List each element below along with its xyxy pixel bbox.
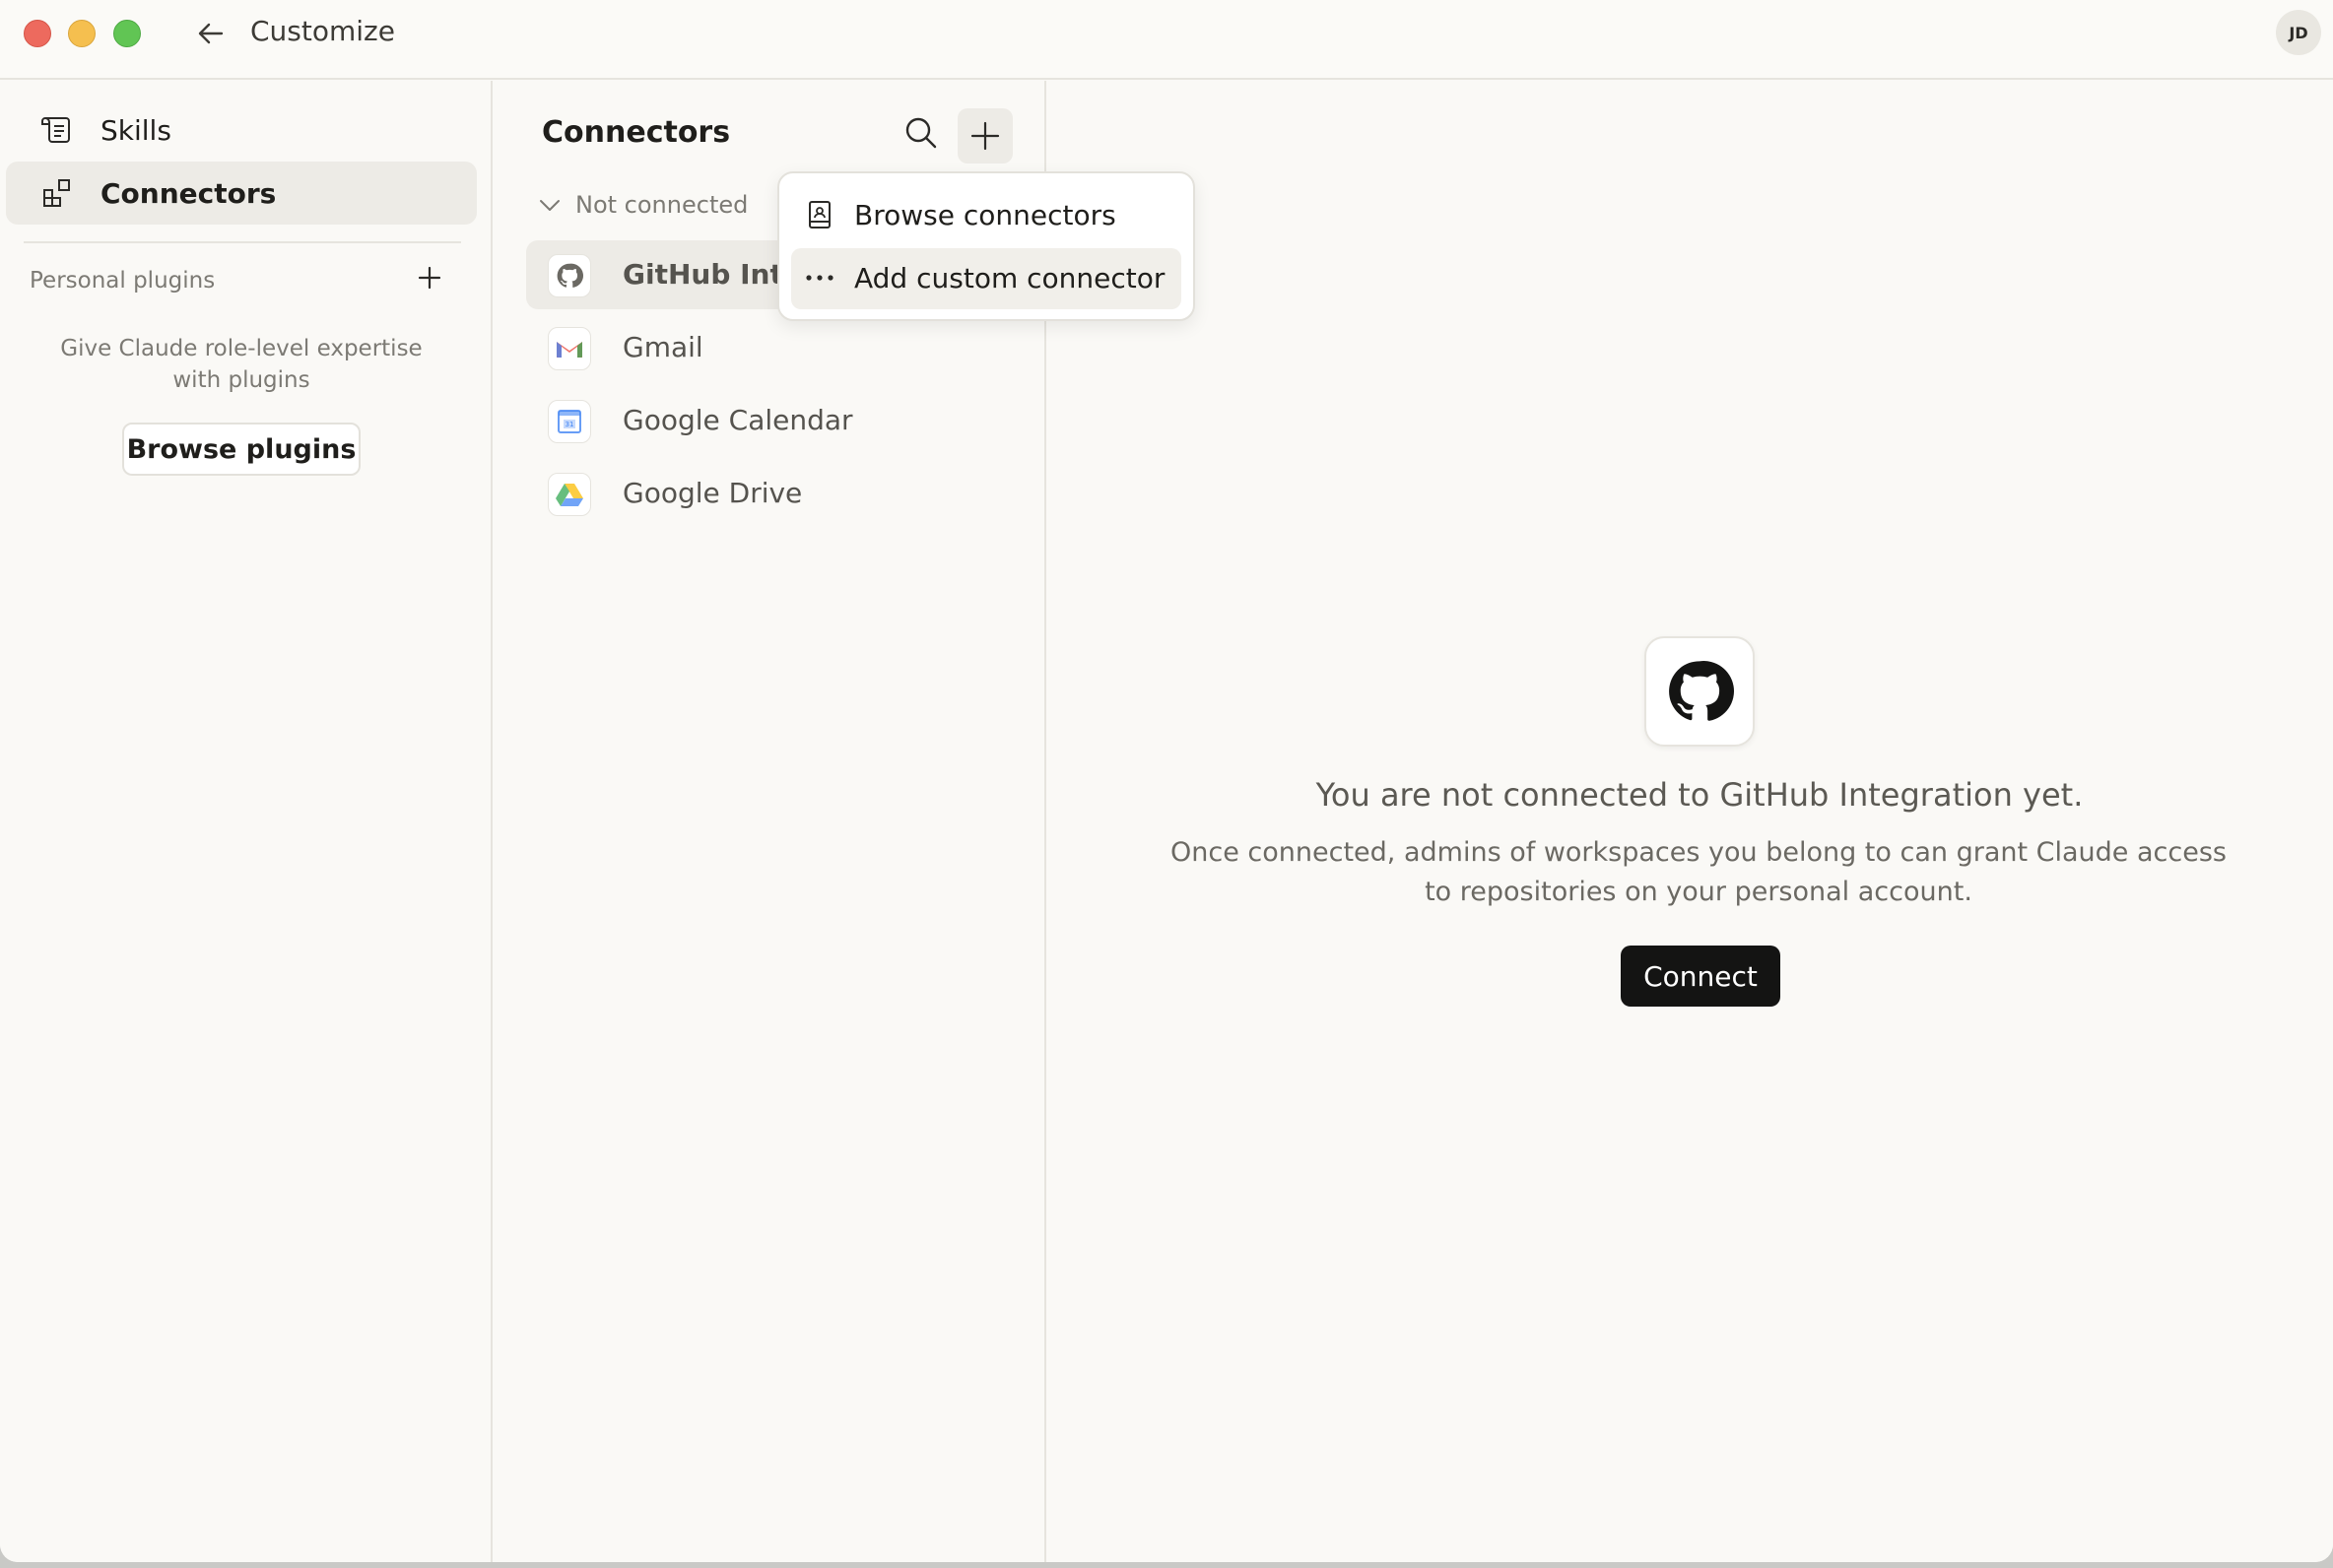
avatar[interactable]: JD bbox=[2276, 10, 2321, 55]
book-icon bbox=[805, 200, 834, 229]
connector-name: Google Calendar bbox=[623, 404, 853, 436]
ellipsis-icon bbox=[805, 263, 834, 293]
personal-plugins-label: Personal plugins bbox=[30, 268, 216, 294]
menu-item-browse-connectors[interactable]: Browse connectors bbox=[791, 185, 1181, 246]
back-button[interactable] bbox=[189, 14, 233, 53]
connectors-icon bbox=[43, 179, 70, 207]
minimize-window-button[interactable] bbox=[68, 20, 96, 47]
arrow-left-icon bbox=[198, 23, 224, 44]
not-connected-heading: You are not connected to GitHub Integrat… bbox=[1315, 776, 2084, 814]
page-title: Customize bbox=[250, 15, 395, 47]
connector-name: Google Drive bbox=[623, 477, 803, 509]
menu-item-label: Add custom connector bbox=[854, 262, 1166, 294]
menu-item-label: Browse connectors bbox=[854, 199, 1116, 231]
github-icon bbox=[548, 254, 591, 297]
sidebar-item-label: Connectors bbox=[100, 176, 277, 210]
group-label: Not connected bbox=[575, 191, 749, 219]
sidebar-item-connectors[interactable]: Connectors bbox=[6, 162, 477, 225]
connect-button[interactable]: Connect bbox=[1621, 946, 1780, 1007]
divider bbox=[24, 241, 461, 243]
scroll-icon bbox=[41, 117, 70, 143]
plus-icon bbox=[970, 121, 1000, 151]
zoom-window-button[interactable] bbox=[113, 20, 141, 47]
sidebar: Skills Connectors Personal plugins Give … bbox=[0, 81, 493, 1562]
gmail-icon bbox=[548, 327, 591, 370]
close-window-button[interactable] bbox=[24, 20, 51, 47]
connectors-title: Connectors bbox=[542, 115, 731, 150]
plus-icon bbox=[418, 266, 441, 290]
browse-plugins-button[interactable]: Browse plugins bbox=[122, 423, 361, 476]
connector-item-google-calendar[interactable]: 31 Google Calendar bbox=[526, 386, 1019, 455]
svg-text:31: 31 bbox=[566, 421, 574, 428]
chevron-down-icon bbox=[540, 200, 560, 211]
connector-item-google-drive[interactable]: Google Drive bbox=[526, 459, 1019, 528]
not-connected-description: Once connected, admins of workspaces you… bbox=[1170, 837, 2227, 907]
search-button[interactable] bbox=[899, 110, 944, 156]
not-connected-group-toggle[interactable]: Not connected bbox=[538, 189, 748, 221]
sidebar-item-skills[interactable]: Skills bbox=[6, 98, 477, 162]
add-connector-menu: Browse connectors Add custom connector bbox=[777, 171, 1195, 321]
app-window: Customize JD Skills Connectors Personal … bbox=[0, 0, 2333, 1562]
title-bar: Customize JD bbox=[0, 0, 2333, 80]
add-connector-button[interactable] bbox=[958, 108, 1013, 163]
search-icon bbox=[905, 117, 937, 149]
github-icon bbox=[1644, 636, 1755, 747]
sidebar-item-label: Skills bbox=[100, 113, 171, 147]
connector-item-gmail[interactable]: Gmail bbox=[526, 313, 1019, 382]
plugins-description: Give Claude role-level expertise with pl… bbox=[60, 336, 423, 393]
google-drive-icon bbox=[548, 473, 591, 516]
connector-name: Gmail bbox=[623, 331, 703, 363]
menu-item-add-custom-connector[interactable]: Add custom connector bbox=[791, 248, 1181, 309]
connector-detail: You are not connected to GitHub Integrat… bbox=[1048, 81, 2333, 1562]
google-calendar-icon: 31 bbox=[548, 400, 591, 443]
add-plugin-button[interactable] bbox=[412, 260, 447, 295]
